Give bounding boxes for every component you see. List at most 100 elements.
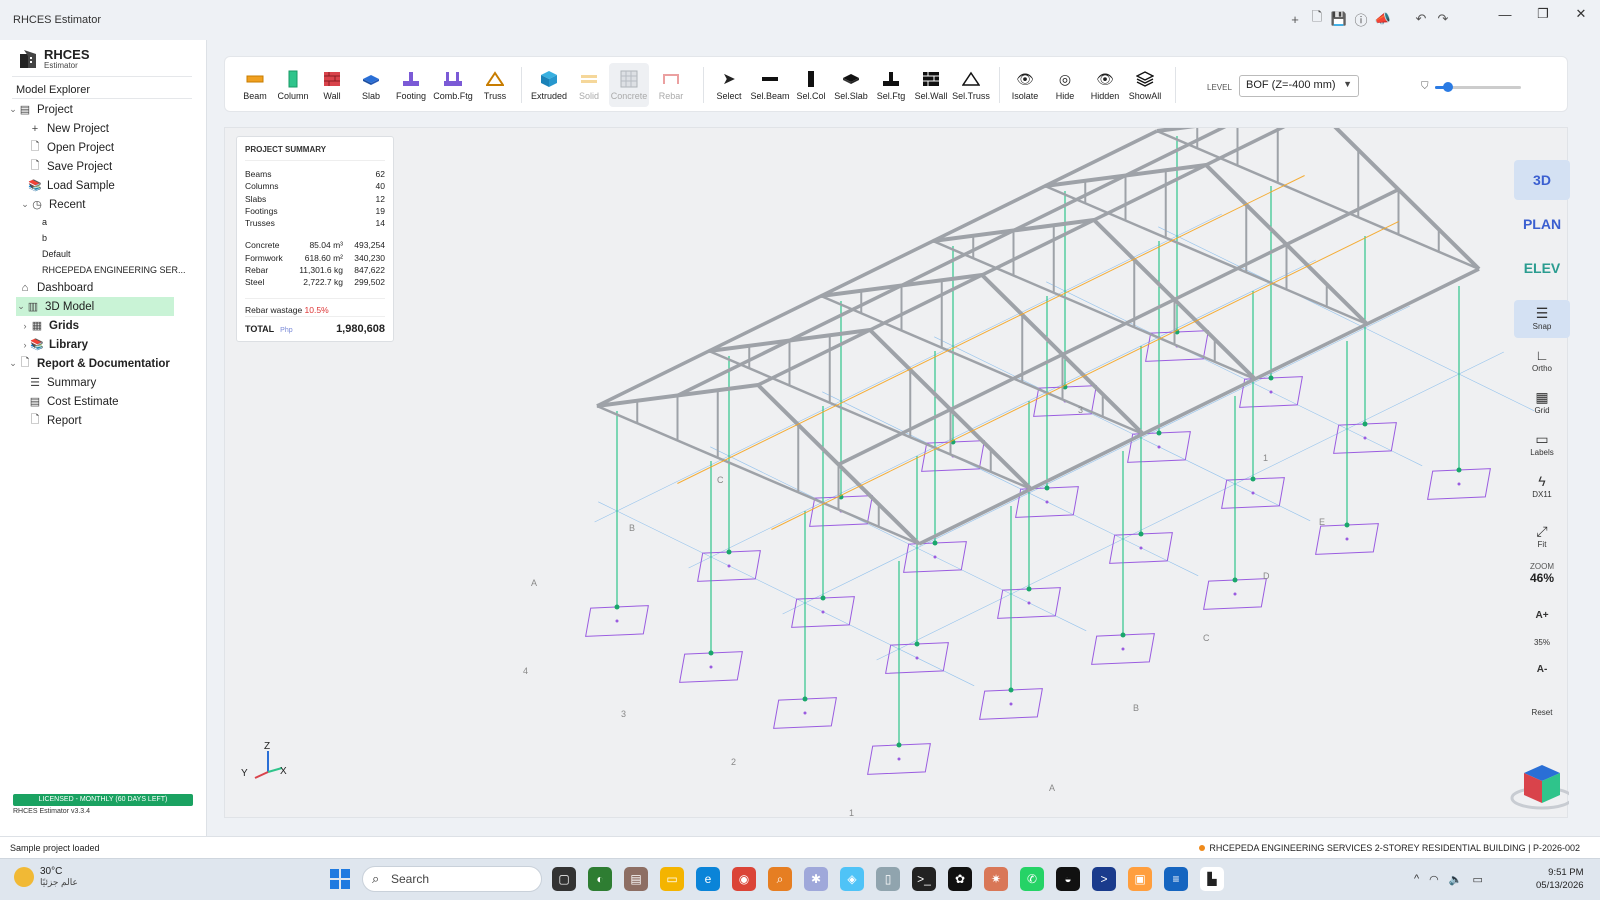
tree-item-library[interactable]: › 📚 Library [0,335,207,354]
chevron-up-icon[interactable]: ^ [1414,873,1419,886]
restore-icon[interactable]: ❐ [1524,0,1562,28]
tool-select[interactable]: ➤ Select [709,69,749,101]
tool-rebar[interactable]: Rebar [651,69,691,101]
windows-start-icon[interactable] [330,869,350,889]
grid-toggle[interactable]: ▦ Grid [1514,388,1570,416]
tree-item-report-doc[interactable]: ⌄ 🗋 Report & Documentatior [0,354,207,373]
tool-truss[interactable]: Truss [475,69,515,101]
tool-extruded[interactable]: Extruded [529,69,569,101]
tool-sel-col[interactable]: Sel.Col [791,69,831,101]
tree-item-summary[interactable]: ☰ Summary [0,373,207,392]
chevron-down-icon[interactable]: ⌄ [16,301,26,312]
tree-item-grids[interactable]: › ▦ Grids [0,316,207,335]
tree-item-recent-b[interactable]: b [0,230,207,246]
tool-sel-ftg[interactable]: Sel.Ftg [871,69,911,101]
tool-sel-wall[interactable]: Sel.Wall [911,69,951,101]
tree-item-open-project[interactable]: 🗋 Open Project [0,138,207,157]
rhces-app-icon[interactable]: ▙ [1200,867,1224,891]
wifi-icon[interactable]: ◠ [1429,873,1439,886]
dx11-toggle[interactable]: ϟ DX11 [1514,472,1570,499]
view-elev-button[interactable]: ELEV [1514,248,1570,288]
redo-icon[interactable]: ↷ [1435,11,1451,27]
tree-item-recent-a[interactable]: a [0,214,207,230]
app-icon[interactable]: ◈ [840,867,864,891]
tool-isolate[interactable]: 👁 Isolate [1005,69,1045,102]
minimize-icon[interactable]: — [1486,0,1524,28]
close-icon[interactable]: ✕ [1562,0,1600,28]
fit-button[interactable]: ⤢ Fit [1514,522,1570,550]
tool-sel-slab[interactable]: Sel.Slab [831,69,871,101]
megaphone-icon[interactable]: 📣 [1375,11,1391,27]
task-view-icon[interactable]: ▢ [552,867,576,891]
app-icon[interactable]: ✱ [804,867,828,891]
tree-item-recent-default[interactable]: Default [0,246,207,262]
tool-beam[interactable]: Beam [235,69,275,101]
undo-icon[interactable]: ↶ [1413,11,1429,27]
tree-item-project[interactable]: ⌄ ▤ Project [0,100,207,119]
app-icon[interactable]: ▣ [1128,867,1152,891]
chevron-right-icon[interactable]: › [20,340,30,350]
tool-hidden[interactable]: 👁 Hidden [1085,69,1125,102]
volume-icon[interactable]: 🔈 [1449,873,1463,886]
chrome-icon[interactable]: ◉ [732,867,756,891]
magnifier-icon[interactable]: ⌕ [768,867,792,891]
books-icon[interactable]: ▤ [624,867,648,891]
chevron-right-icon[interactable]: › [20,321,30,331]
clock[interactable]: 9:51 PM 05/13/2026 [1536,866,1584,892]
chevron-down-icon[interactable]: ⌄ [8,358,18,369]
chevron-down-icon[interactable]: ⌄ [8,104,18,115]
claude-icon[interactable]: ✷ [984,867,1008,891]
tool-show-all[interactable]: ShowAll [1125,69,1165,101]
tool-sel-beam[interactable]: Sel.Beam [750,69,790,101]
tree-item-cost-estimate[interactable]: ▤ Cost Estimate [0,392,207,411]
folder-icon[interactable]: ▭ [660,867,684,891]
new-file-icon[interactable]: 🗋 [1309,9,1325,27]
tree-item-report[interactable]: 🗋 Report [0,411,207,430]
labels-toggle[interactable]: ▭ Labels [1514,430,1570,458]
chatgpt-icon[interactable]: ✿ [948,867,972,891]
model-canvas[interactable]: A B C 1 E D C B A 4 3 2 1 3 Z Y X [225,128,1569,819]
font-increase-button[interactable]: A+ [1514,610,1570,621]
taskbar-search[interactable]: ⌕ Search [362,866,542,892]
slider-knob[interactable] [1442,82,1453,92]
browser-icon[interactable]: ◐ [588,867,612,891]
tree-item-3d-model[interactable]: ⌄ ▥ 3D Model [16,297,174,316]
ortho-toggle[interactable]: ∟ Ortho [1514,346,1570,373]
tree-item-recent-rhcepeda[interactable]: RHCEPEDA ENGINEERING SER... [0,262,207,278]
weather-widget[interactable]: 30°C عالم جزئيًا [14,866,78,888]
tool-slab[interactable]: Slab [351,69,391,101]
tree-item-recent[interactable]: ⌄ ◷ Recent [0,195,207,214]
tool-comb-ftg[interactable]: Comb.Ftg [433,69,473,101]
edge-icon[interactable]: e [696,867,720,891]
reset-button[interactable]: Reset [1514,708,1570,717]
view-3d-button[interactable]: 3D [1514,160,1570,200]
terminal-icon[interactable]: >_ [912,867,936,891]
tool-concrete[interactable]: Concrete [609,63,649,107]
tool-footing[interactable]: Footing [391,69,431,101]
view-cube-icon[interactable] [1510,765,1569,810]
notepad-icon[interactable]: ≡ [1164,867,1188,891]
add-icon[interactable]: + [1287,11,1303,27]
tool-wall[interactable]: Wall [312,69,352,101]
tree-item-load-sample[interactable]: 📚 Load Sample [0,176,207,195]
tool-solid[interactable]: Solid [569,69,609,101]
tool-column[interactable]: Column [273,69,313,101]
snap-toggle[interactable]: ☰ Snap [1514,300,1570,338]
battery-icon[interactable]: ▭ [1472,873,1482,886]
tree-item-dashboard[interactable]: ⌂ Dashboard [0,278,207,297]
level-select[interactable]: BOF (Z=-400 mm) ▼ [1239,75,1359,97]
3d-viewport[interactable]: A B C 1 E D C B A 4 3 2 1 3 Z Y X [224,127,1569,819]
tool-sel-truss[interactable]: Sel.Truss [951,69,991,101]
save-icon[interactable]: 💾 [1331,11,1347,27]
tool-hide[interactable]: ◎ Hide [1045,69,1085,102]
font-decrease-button[interactable]: A- [1514,664,1570,675]
tree-item-new-project[interactable]: + New Project [0,119,207,138]
tree-item-save-project[interactable]: 🗋 Save Project [0,157,207,176]
github-icon[interactable]: ◒ [1056,867,1080,891]
info-icon[interactable]: ⓘ [1353,11,1369,28]
opacity-slider[interactable] [1435,82,1521,92]
view-plan-button[interactable]: PLAN [1514,204,1570,244]
whatsapp-icon[interactable]: ✆ [1020,867,1044,891]
file-icon[interactable]: ▯ [876,867,900,891]
chevron-down-icon[interactable]: ⌄ [20,199,30,210]
